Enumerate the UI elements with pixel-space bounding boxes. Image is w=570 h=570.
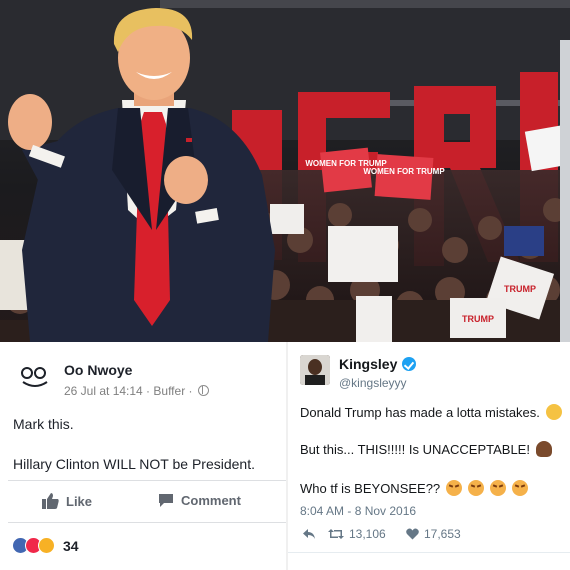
post-timestamp[interactable]: 26 Jul at 14:14 · Buffer · xyxy=(64,384,193,398)
like-button[interactable]: Like xyxy=(42,493,92,509)
reply-icon xyxy=(303,529,315,539)
sign-text-4: TRUMP xyxy=(462,314,494,324)
post-text-line-1: Mark this. xyxy=(13,416,74,432)
sign-text-3: TRUMP xyxy=(504,284,536,294)
comment-label: Comment xyxy=(181,493,241,508)
haha-reaction-icon xyxy=(38,537,55,554)
retweet-button[interactable]: 13,106 xyxy=(328,527,406,541)
retweet-icon xyxy=(328,529,344,539)
like-button[interactable]: 17,653 xyxy=(406,527,461,541)
buffer-author-logo-icon xyxy=(21,367,48,387)
angry-face-emoji-icon xyxy=(468,480,485,496)
like-count: 17,653 xyxy=(424,527,461,541)
verified-badge-icon xyxy=(402,357,417,371)
tweet-author[interactable]: Kingsley xyxy=(339,356,417,372)
divider xyxy=(288,552,570,553)
angry-face-emoji-icon xyxy=(512,480,529,496)
tweet-line-2-text: But this... THIS!!!!! Is UNACCEPTABLE! xyxy=(300,441,530,457)
tweet-actions: 13,106 17,653 xyxy=(302,527,461,541)
reply-button[interactable] xyxy=(302,528,328,540)
like-label: Like xyxy=(66,493,93,509)
tweet-line-2: But this... THIS!!!!! Is UNACCEPTABLE! xyxy=(300,441,552,457)
tweet-timestamp[interactable]: 8:04 AM - 8 Nov 2016 xyxy=(300,504,416,518)
avatar[interactable] xyxy=(300,355,330,385)
tweet-handle[interactable]: @kingsleyyy xyxy=(339,376,407,390)
angry-face-emoji-icon xyxy=(490,480,507,496)
avatar-image xyxy=(300,355,330,385)
reactions-summary[interactable]: 34 xyxy=(12,537,79,554)
post-text-line-2: Hillary Clinton WILL NOT be President. xyxy=(13,456,255,472)
tweet-author-name: Kingsley xyxy=(339,356,398,372)
rally-photo-illustration: WOMEN FOR TRUMP WOMEN FOR TRUMP TRUMP TR… xyxy=(0,0,570,342)
comment-button[interactable]: Comment xyxy=(158,493,241,508)
person-gesturing-emoji-icon xyxy=(535,441,552,457)
post-meta: 26 Jul at 14:14 · Buffer · xyxy=(64,384,209,398)
tweet-line-3: Who tf is BEYONSEE?? xyxy=(300,480,529,496)
sign-text-2: WOMEN FOR TRUMP xyxy=(363,167,445,176)
heart-icon xyxy=(406,528,419,540)
comment-bubble-icon xyxy=(159,494,173,507)
retweet-count: 13,106 xyxy=(349,527,386,541)
post-author-name[interactable]: Oo Nwoye xyxy=(64,362,132,378)
divider xyxy=(8,480,286,481)
tweet-line-1: Donald Trump has made a lotta mistakes. xyxy=(300,404,562,420)
rally-photo: WOMEN FOR TRUMP WOMEN FOR TRUMP TRUMP TR… xyxy=(0,0,570,342)
sweat-smile-emoji-icon xyxy=(545,404,562,420)
thumbs-up-icon xyxy=(42,493,59,509)
divider xyxy=(8,522,286,523)
globe-icon xyxy=(197,385,209,396)
tweet-line-1-text: Donald Trump has made a lotta mistakes. xyxy=(300,404,540,420)
angry-face-emoji-icon xyxy=(446,480,463,496)
screenshot-collage-bottom: Oo Nwoye 26 Jul at 14:14 · Buffer · Mark… xyxy=(0,342,570,570)
tweet-card: Kingsley @kingsleyyy Donald Trump has ma… xyxy=(288,342,570,570)
tweet-line-3-text: Who tf is BEYONSEE?? xyxy=(300,480,441,496)
facebook-post: Oo Nwoye 26 Jul at 14:14 · Buffer · Mark… xyxy=(0,342,286,570)
reaction-count: 34 xyxy=(63,537,79,554)
